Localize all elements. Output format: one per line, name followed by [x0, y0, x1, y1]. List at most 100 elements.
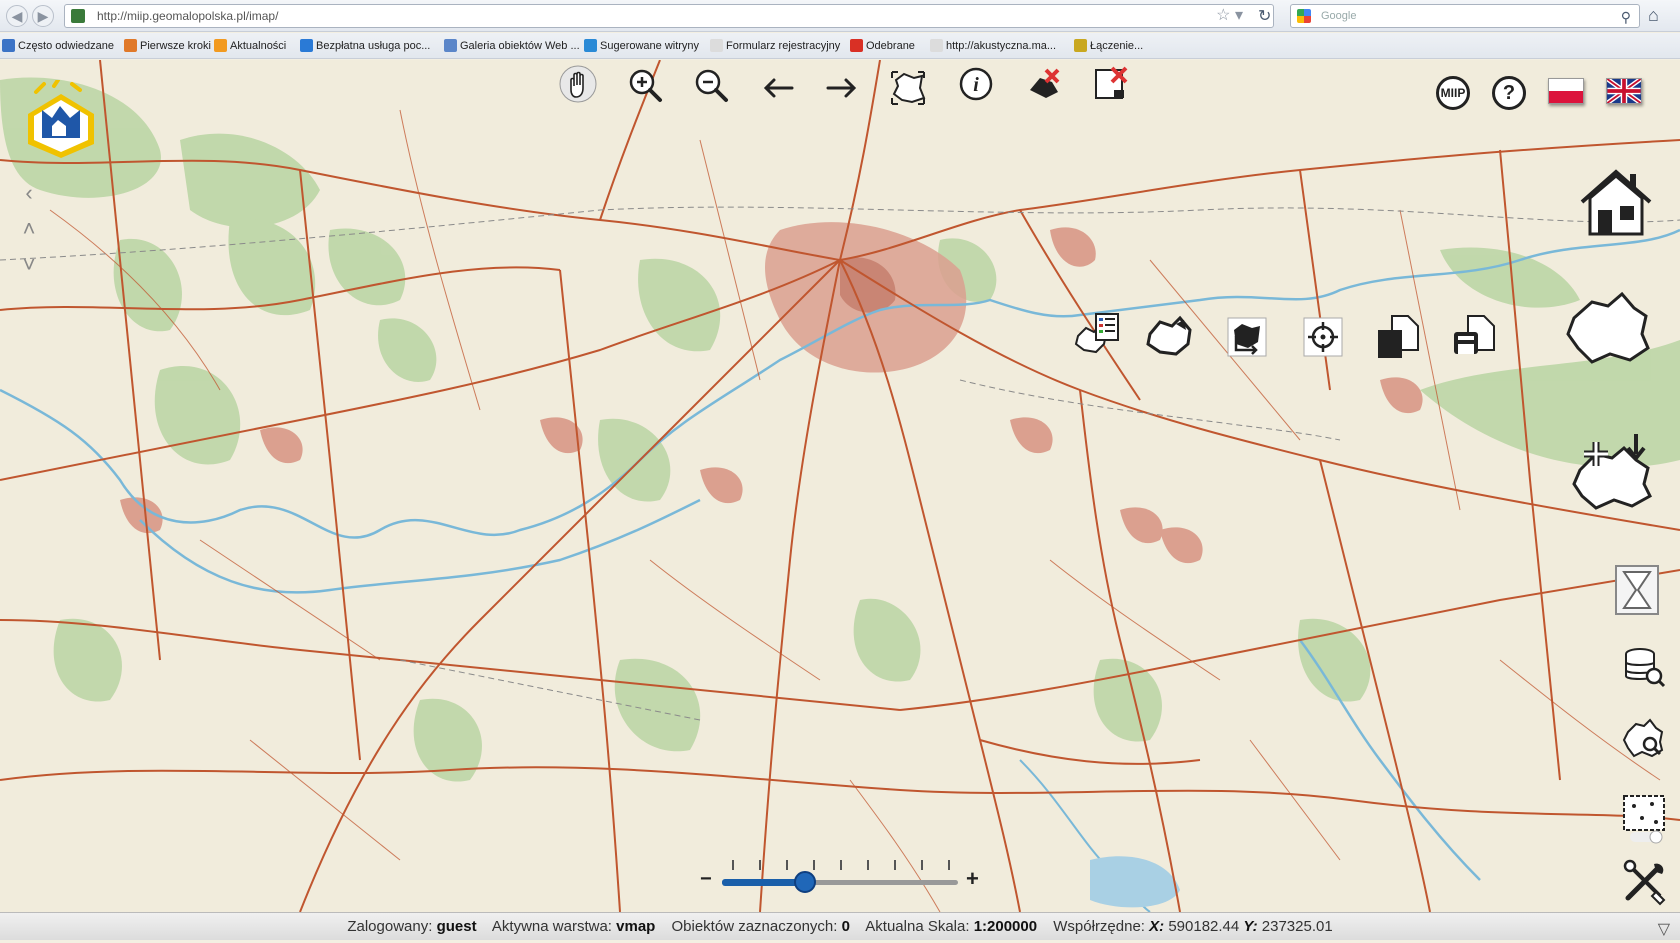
bookmark-icon: [850, 39, 863, 52]
coords-label: Współrzędne:: [1053, 918, 1145, 935]
zoom-tick: [840, 860, 842, 870]
zoom-handle[interactable]: [793, 871, 816, 893]
clear-selection-icon[interactable]: [1024, 64, 1064, 104]
zoom-tick: [867, 860, 869, 870]
bookmark-item[interactable]: Często odwiedzane: [2, 38, 114, 54]
pan-down-icon[interactable]: ˅: [18, 252, 40, 278]
map-canvas[interactable]: ‹ ˄ ˅ i MIIP ? − +: [0, 60, 1680, 912]
lake: [1090, 856, 1180, 908]
back-nav-icon[interactable]: ◀: [6, 5, 28, 27]
status-bar: Zalogowany: guest Aktywna warstwa: vmap …: [0, 912, 1680, 940]
bookmark-label: Bezpłatna usługa poc...: [316, 40, 431, 52]
region-select-icon[interactable]: [1146, 314, 1194, 358]
zoom-tick: [759, 860, 761, 870]
transparency-toggle-icon[interactable]: [1622, 794, 1666, 844]
layer-value: vmap: [616, 918, 656, 935]
polish-flag-icon[interactable]: [1548, 78, 1584, 104]
print-document-icon[interactable]: [1450, 314, 1498, 360]
region-map-icon[interactable]: [1564, 288, 1654, 366]
bookmark-label: Pierwsze kroki: [140, 40, 211, 52]
bookmark-label: Galeria obiektów Web ...: [460, 40, 580, 52]
bookmark-label: Odebrane: [866, 40, 915, 52]
miip-button[interactable]: MIIP: [1436, 76, 1470, 110]
map-base-layer: [0, 60, 1680, 912]
y-label: Y:: [1243, 918, 1258, 935]
bookmark-label: Formularz rejestracyjny: [726, 40, 841, 52]
site-favicon-icon: [71, 9, 85, 23]
bookmark-item[interactable]: Pierwsze kroki: [124, 38, 211, 54]
search-input[interactable]: Google ⚲: [1290, 4, 1640, 28]
x-value: 590182.44: [1168, 918, 1240, 935]
region-search-icon[interactable]: [1622, 716, 1666, 760]
home-icon[interactable]: [1576, 166, 1656, 240]
database-search-icon[interactable]: [1622, 646, 1666, 690]
help-button[interactable]: ?: [1492, 76, 1526, 110]
tools-icon[interactable]: [1620, 858, 1668, 906]
reload-icon[interactable]: ↻: [1258, 6, 1271, 26]
export-map-icon[interactable]: [1226, 316, 1268, 358]
zoom-tick: [894, 860, 896, 870]
selected-value: 0: [841, 918, 850, 935]
status-collapse-icon[interactable]: ▽: [1658, 916, 1670, 943]
zoom-plus-button[interactable]: +: [966, 866, 979, 892]
left-side-nav: ‹ ˄ ˅: [18, 180, 40, 288]
bookmark-item[interactable]: Sugerowane witryny: [584, 38, 699, 54]
bookmark-icon: [930, 39, 943, 52]
user-value: guest: [436, 918, 477, 935]
add-region-icon[interactable]: [1570, 430, 1658, 510]
full-extent-icon[interactable]: [888, 68, 928, 108]
zoom-tick: [948, 860, 950, 870]
url-input[interactable]: http://miip.geomalopolska.pl/imap/ ☆ ▾: [64, 4, 1274, 28]
uk-flag-icon[interactable]: [1606, 77, 1642, 105]
bookmarks-bar: Często odwiedzane Pierwsze kroki Aktualnoś…: [0, 33, 1680, 59]
urban-areas: [120, 222, 1423, 564]
bookmark-star-icon[interactable]: ☆ ▾: [1216, 5, 1243, 27]
zoom-tick: [813, 860, 815, 870]
bookmark-icon: [444, 39, 457, 52]
forward-icon[interactable]: [822, 66, 862, 106]
bookmark-item[interactable]: Łączenie...: [1074, 38, 1143, 54]
browser-toolbar: ◀ ▶ http://miip.geomalopolska.pl/imap/ ☆…: [0, 0, 1680, 32]
forward-nav-icon[interactable]: ▶: [32, 5, 54, 27]
zoom-minus-button[interactable]: −: [700, 868, 712, 891]
bookmark-label: Często odwiedzane: [18, 40, 115, 52]
pan-icon[interactable]: [558, 64, 598, 104]
bookmark-icon: [300, 39, 313, 52]
history-icon[interactable]: [1612, 562, 1662, 618]
zoom-tick: [786, 860, 788, 870]
selected-label: Obiektów zaznaczonych:: [671, 918, 838, 935]
zoom-tick: [921, 860, 923, 870]
geomalopolska-logo[interactable]: [22, 80, 100, 160]
google-icon: [1297, 9, 1311, 23]
bookmark-item[interactable]: http://akustyczna.ma...: [930, 38, 1056, 54]
bookmark-icon: [710, 39, 723, 52]
bookmark-label: Łączenie...: [1090, 40, 1144, 52]
x-label: X:: [1149, 918, 1165, 935]
bookmark-icon: [1074, 39, 1087, 52]
bookmark-icon: [2, 39, 15, 52]
bookmark-item[interactable]: Bezpłatna usługa poc...: [300, 38, 430, 54]
bookmark-icon: [124, 39, 137, 52]
bookmark-item[interactable]: Galeria obiektów Web ...: [444, 38, 580, 54]
copy-document-icon[interactable]: [1374, 314, 1422, 360]
url-text: http://miip.geomalopolska.pl/imap/: [97, 9, 279, 23]
bookmark-item[interactable]: Odebrane: [850, 38, 915, 54]
user-label: Zalogowany:: [347, 918, 433, 935]
zoom-slider[interactable]: − +: [700, 858, 980, 898]
zoom-in-icon[interactable]: [626, 66, 666, 106]
bookmark-item[interactable]: Formularz rejestracyjny: [710, 38, 840, 54]
zoom-out-icon[interactable]: [692, 66, 732, 106]
collapse-left-icon[interactable]: ‹: [18, 180, 40, 206]
back-icon[interactable]: [758, 66, 798, 106]
info-icon[interactable]: i: [956, 64, 996, 104]
search-icon[interactable]: ⚲: [1621, 6, 1631, 28]
layer-label: Aktywna warstwa:: [491, 918, 612, 935]
locate-icon[interactable]: [1302, 316, 1344, 358]
clear-layer-icon[interactable]: [1090, 64, 1130, 104]
browser-home-icon[interactable]: ⌂: [1648, 5, 1659, 26]
bookmark-label: Sugerowane witryny: [600, 40, 700, 52]
layer-legend-icon[interactable]: [1074, 312, 1122, 356]
bookmark-item[interactable]: Aktualności: [214, 38, 286, 54]
bookmark-icon: [214, 39, 227, 52]
pan-up-icon[interactable]: ˄: [18, 216, 40, 242]
